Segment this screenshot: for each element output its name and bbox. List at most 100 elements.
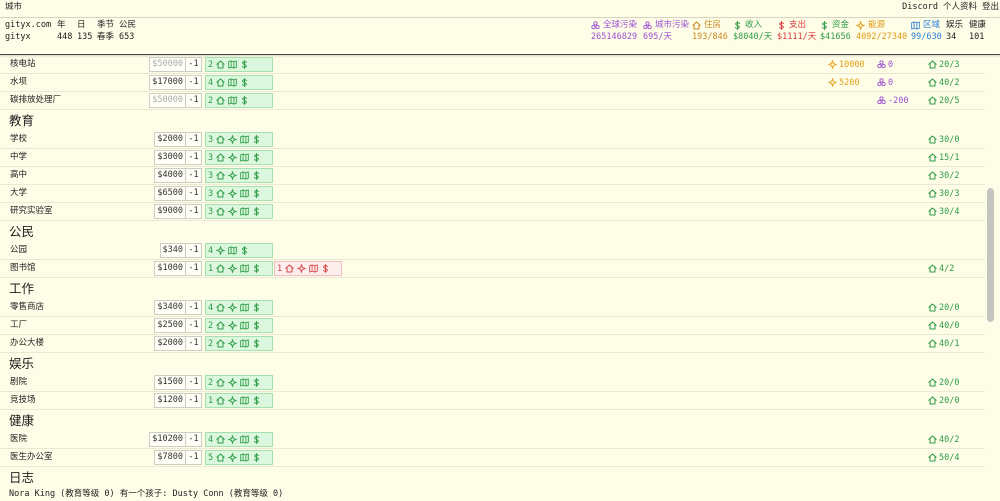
demolish-button[interactable]: -1	[185, 57, 202, 72]
house-icon	[928, 396, 937, 405]
buy-button[interactable]: $2000	[154, 132, 186, 147]
building-count: 1	[208, 263, 214, 274]
discord-link[interactable]: Discord	[902, 1, 938, 13]
building-count: 1	[208, 395, 214, 406]
year-label: 年	[57, 20, 66, 30]
log-heading: 日志	[9, 470, 35, 485]
buy-button[interactable]: $6500	[154, 186, 186, 201]
buy-button[interactable]: $50000	[149, 93, 186, 108]
energy-icon	[297, 264, 307, 273]
demolish-button[interactable]: -1	[185, 186, 202, 201]
buy-button[interactable]: $2000	[154, 336, 186, 351]
building-count: 5	[208, 452, 214, 463]
demolish-button[interactable]: -1	[185, 300, 202, 315]
house-icon	[928, 60, 937, 69]
demolish-button[interactable]: -1	[185, 336, 202, 351]
building-count-box: 5	[205, 450, 273, 465]
buy-button[interactable]: $4000	[154, 168, 186, 183]
demolish-button[interactable]: -1	[185, 168, 202, 183]
building-row: 水坝 $17000 -1 4 5200 0 40/2	[0, 74, 985, 92]
building-row: 研究实验室 $9000 -1 3 30/4	[0, 203, 985, 221]
pollution-icon	[591, 20, 600, 30]
map-icon	[240, 378, 249, 387]
buy-button[interactable]: $10200	[149, 432, 186, 447]
building-count: 2	[208, 95, 214, 106]
demolish-button[interactable]: -1	[185, 150, 202, 165]
house-icon	[928, 453, 937, 462]
demolish-button[interactable]: -1	[185, 432, 202, 447]
building-row: 高中 $4000 -1 3 30/2	[0, 167, 985, 185]
demolish-button[interactable]: -1	[185, 132, 202, 147]
buy-button[interactable]: $1500	[154, 375, 186, 390]
house-icon	[928, 153, 937, 162]
dollar-icon	[321, 263, 330, 274]
map-icon	[240, 135, 249, 144]
buy-button[interactable]: $2500	[154, 318, 186, 333]
stat-expenses-header: 支出	[777, 19, 816, 31]
citizens-column: 公民 653	[119, 19, 136, 43]
stat-funds: 资金 $41656	[820, 19, 851, 43]
dollar-icon	[240, 95, 249, 106]
scrollbar-thumb[interactable]	[987, 188, 994, 322]
demolish-button[interactable]: -1	[185, 204, 202, 219]
demolish-button[interactable]: -1	[185, 318, 202, 333]
profile-link[interactable]: 个人资料	[943, 1, 977, 13]
buy-button[interactable]: $340	[159, 243, 186, 258]
building-name: 碳排放处理厂	[10, 95, 62, 105]
demolish-button[interactable]: -1	[185, 243, 202, 258]
dollar-icon	[252, 434, 261, 445]
energy-icon	[228, 321, 238, 330]
logout-link[interactable]: 登出	[982, 1, 999, 13]
stat-entertainment-header: 娱乐	[946, 19, 963, 31]
stat-income-header: 收入	[733, 19, 772, 31]
buy-button[interactable]: $1000	[154, 261, 186, 276]
buy-button[interactable]: $17000	[149, 75, 186, 90]
workers-count: 20/0	[928, 392, 959, 409]
dollar-icon	[252, 206, 261, 217]
building-row: 公园 $340 -1 4	[0, 242, 985, 260]
building-count-box: 2	[205, 318, 273, 333]
house-icon	[216, 435, 225, 444]
building-count: 3	[208, 206, 214, 217]
stat-global-pollution-label: 全球污染	[603, 20, 638, 30]
workers-count: 40/2	[928, 74, 959, 91]
building-count: 1	[277, 263, 283, 274]
nav-city-link[interactable]: 城市	[5, 1, 22, 13]
workers-count: 30/0	[928, 131, 959, 148]
stats-bar: gityx.com gityx 年 448 日 135 季节 春季 公民 653…	[0, 18, 1000, 55]
workers-count: 15/1	[928, 149, 959, 166]
building-row: 核电站 $50000 -1 2 10000 0 20/3	[0, 56, 985, 74]
house-icon	[216, 396, 225, 405]
buy-button[interactable]: $1200	[154, 393, 186, 408]
house-icon	[216, 153, 225, 162]
building-count-box: 2	[205, 375, 273, 390]
building-row: 图书馆 $1000 -1 1 1 4/2	[0, 260, 985, 278]
energy-icon	[228, 171, 238, 180]
buy-button[interactable]: $7800	[154, 450, 186, 465]
day-column: 日 135	[77, 19, 92, 43]
year-value: 448	[57, 32, 73, 42]
house-icon	[928, 207, 937, 216]
year-column: 年 448	[57, 19, 72, 43]
workers-count: 20/0	[928, 299, 959, 316]
stat-funds-header: 资金	[820, 19, 851, 31]
building-count: 4	[208, 434, 214, 445]
house-icon	[928, 189, 937, 198]
demolish-button[interactable]: -1	[185, 261, 202, 276]
demolish-button[interactable]: -1	[185, 375, 202, 390]
demolish-button[interactable]: -1	[185, 75, 202, 90]
building-count: 2	[208, 338, 214, 349]
house-icon	[692, 21, 701, 30]
demolish-button[interactable]: -1	[185, 450, 202, 465]
workers-count-value: 20/0	[939, 377, 960, 388]
buy-button[interactable]: $3400	[154, 300, 186, 315]
building-count: 3	[208, 134, 214, 145]
demolish-button[interactable]: -1	[185, 393, 202, 408]
map-icon	[240, 264, 249, 273]
season-value: 春季	[97, 32, 115, 42]
buy-button[interactable]: $3000	[154, 150, 186, 165]
workers-count-value: 30/4	[939, 206, 960, 217]
demolish-button[interactable]: -1	[185, 93, 202, 108]
buy-button[interactable]: $9000	[154, 204, 186, 219]
buy-button[interactable]: $50000	[149, 57, 186, 72]
